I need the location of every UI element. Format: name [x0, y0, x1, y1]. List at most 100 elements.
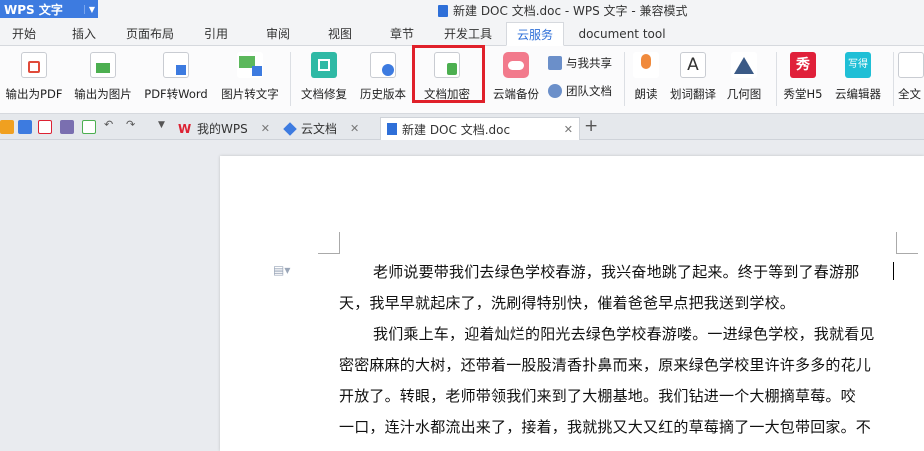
export-pdf-label: 输出为PDF	[5, 87, 63, 101]
ribbon-divider	[290, 52, 291, 106]
tab-current-document-label: 新建 DOC 文档.doc	[402, 122, 511, 137]
wps-logo-icon: W	[178, 121, 192, 136]
export-image-label: 输出为图片	[74, 87, 132, 101]
team-icon	[548, 84, 562, 98]
tab-references[interactable]: 引用	[194, 22, 238, 46]
cloud-backup-button[interactable]: 云端备份	[489, 50, 543, 102]
tab-my-wps-label: 我的WPS	[197, 122, 248, 136]
customize-dropdown-icon[interactable]: ▼	[158, 120, 165, 130]
redo-icon[interactable]: ↷	[126, 118, 135, 131]
translate-icon: A	[680, 52, 706, 78]
read-aloud-button[interactable]: 朗读	[630, 50, 662, 102]
image-to-text-button[interactable]: 图片转文字	[218, 50, 282, 102]
tab-cloud-docs[interactable]: 云文档 ✕	[278, 117, 365, 140]
margin-corner-mark	[896, 232, 918, 254]
geometry-button[interactable]: 几何图	[724, 50, 764, 102]
pdf-to-word-icon	[163, 52, 189, 78]
tab-page-layout[interactable]: 页面布局	[118, 22, 182, 46]
cloud-docs-icon	[283, 121, 297, 136]
xiutang-h5-button[interactable]: 秀 秀堂H5	[780, 50, 826, 102]
tab-developer[interactable]: 开发工具	[436, 22, 500, 46]
document-text-line: 开放了。转眼，老师带领我们来到了大棚基地。我们钻进一个大棚摘草莓。咬	[339, 387, 856, 405]
menu-bar: 开始 插入 页面布局 引用 审阅 视图 章节 开发工具 云服务 document…	[0, 22, 924, 46]
tab-current-document[interactable]: 新建 DOC 文档.doc ✕	[380, 117, 580, 140]
title-bar: WPS 文字 ▼ 新建 DOC 文档.doc - WPS 文字 - 兼容模式	[0, 0, 924, 22]
print-icon[interactable]	[60, 120, 74, 134]
document-text-line: 老师说要带我们去绿色学校春游，我兴奋地跳了起来。终于等到了春游那	[373, 263, 860, 281]
tab-insert[interactable]: 插入	[62, 22, 106, 46]
document-text-line: 天，我早早就起床了，洗刷得特别快，催着爸爸早点把我送到学校。	[339, 294, 796, 312]
ribbon-divider	[893, 52, 894, 106]
image-to-text-label: 图片转文字	[221, 87, 279, 101]
document-icon	[387, 123, 397, 135]
export-image-button[interactable]: 输出为图片	[72, 50, 134, 102]
doc-repair-label: 文档修复	[301, 87, 347, 101]
document-text-line: 我们乘上车，迎着灿烂的阳光去绿色学校春游喽。一进绿色学校，我就看见	[373, 325, 875, 343]
read-aloud-label: 朗读	[634, 87, 658, 101]
undo-icon[interactable]: ↶	[104, 118, 113, 131]
geometry-label: 几何图	[726, 87, 762, 101]
pdf-to-word-button[interactable]: PDF转Word	[141, 50, 211, 102]
cloud-editor-label: 云编辑器	[835, 87, 881, 101]
tab-cloud-docs-label: 云文档	[301, 122, 338, 136]
cloud-editor-button[interactable]: 写得 云编辑器	[832, 50, 884, 102]
ribbon-divider	[776, 52, 777, 106]
window-title-text: 新建 DOC 文档.doc - WPS 文字 - 兼容模式	[453, 4, 688, 18]
doc-repair-button[interactable]: 文档修复	[298, 50, 350, 102]
document-tab-bar: ↶ ↷ ▼ W 我的WPS ✕ 云文档 ✕ 新建 DOC 文档.doc ✕	[0, 114, 924, 140]
highlight-box	[412, 45, 485, 103]
word-translate-button[interactable]: A 划词翻译	[666, 50, 720, 102]
margin-corner-mark	[318, 232, 340, 254]
export-pdf-quick-icon[interactable]	[38, 120, 52, 134]
text-cursor	[893, 262, 894, 280]
team-docs-button[interactable]: 团队文档	[548, 83, 612, 99]
image-to-text-icon	[237, 52, 263, 78]
save-icon[interactable]	[18, 120, 32, 134]
print-preview-icon[interactable]	[82, 120, 96, 134]
history-clock-icon	[370, 52, 396, 78]
xiutang-logo-icon: 秀	[790, 52, 816, 78]
paragraph-handle-icon[interactable]: ▤▾	[273, 263, 290, 277]
tab-document-tool[interactable]: document tool	[572, 22, 672, 46]
document-text-line: 一口，连汁水都流出来了，接着，我就挑又大又红的草莓摘了一大包带回家。不	[339, 418, 872, 436]
new-tab-plus-icon[interactable]: +	[584, 116, 598, 136]
cloud-backup-label: 云端备份	[493, 87, 539, 101]
close-icon[interactable]: ✕	[350, 122, 359, 135]
pdf-export-icon	[21, 52, 47, 78]
team-docs-label: 团队文档	[566, 84, 612, 98]
full-text-icon	[898, 52, 924, 78]
tab-review[interactable]: 审阅	[256, 22, 300, 46]
document-text-line: 密密麻麻的大树，还带着一股股清香扑鼻而来，原来绿色学校里许许多多的花儿	[339, 356, 872, 374]
app-name: WPS 文字	[4, 2, 63, 17]
cloud-backup-icon	[503, 52, 529, 78]
open-folder-icon[interactable]	[0, 120, 14, 134]
history-version-button[interactable]: 历史版本	[356, 50, 410, 102]
tab-view[interactable]: 视图	[318, 22, 362, 46]
document-icon	[438, 4, 448, 17]
full-text-button[interactable]: 全文	[898, 50, 924, 102]
microphone-icon	[633, 52, 659, 78]
history-version-label: 历史版本	[360, 87, 406, 101]
share-icon	[548, 56, 562, 70]
cloud-editor-icon: 写得	[845, 52, 871, 78]
close-icon[interactable]: ✕	[261, 122, 270, 135]
geometry-shape-icon	[731, 52, 757, 78]
shared-with-me-label: 与我共享	[566, 56, 612, 70]
tab-my-wps[interactable]: W 我的WPS ✕	[172, 117, 276, 140]
ribbon-divider	[624, 52, 625, 106]
pdf-to-word-label: PDF转Word	[144, 87, 208, 101]
word-translate-label: 划词翻译	[670, 87, 716, 101]
document-repair-icon	[311, 52, 337, 78]
tab-cloud-services[interactable]: 云服务	[506, 22, 564, 46]
chevron-down-icon[interactable]: ▼	[83, 4, 95, 14]
shared-with-me-button[interactable]: 与我共享	[548, 55, 612, 71]
wps-app-menu-button[interactable]: WPS 文字 ▼	[0, 0, 98, 18]
window-title: 新建 DOC 文档.doc - WPS 文字 - 兼容模式	[438, 2, 688, 19]
tab-home[interactable]: 开始	[2, 22, 46, 46]
tab-sections[interactable]: 章节	[380, 22, 424, 46]
close-icon[interactable]: ✕	[564, 123, 573, 136]
export-pdf-button[interactable]: 输出为PDF	[4, 50, 64, 102]
xiutang-h5-label: 秀堂H5	[783, 87, 823, 101]
image-export-icon	[90, 52, 116, 78]
full-text-label: 全文	[898, 87, 921, 101]
